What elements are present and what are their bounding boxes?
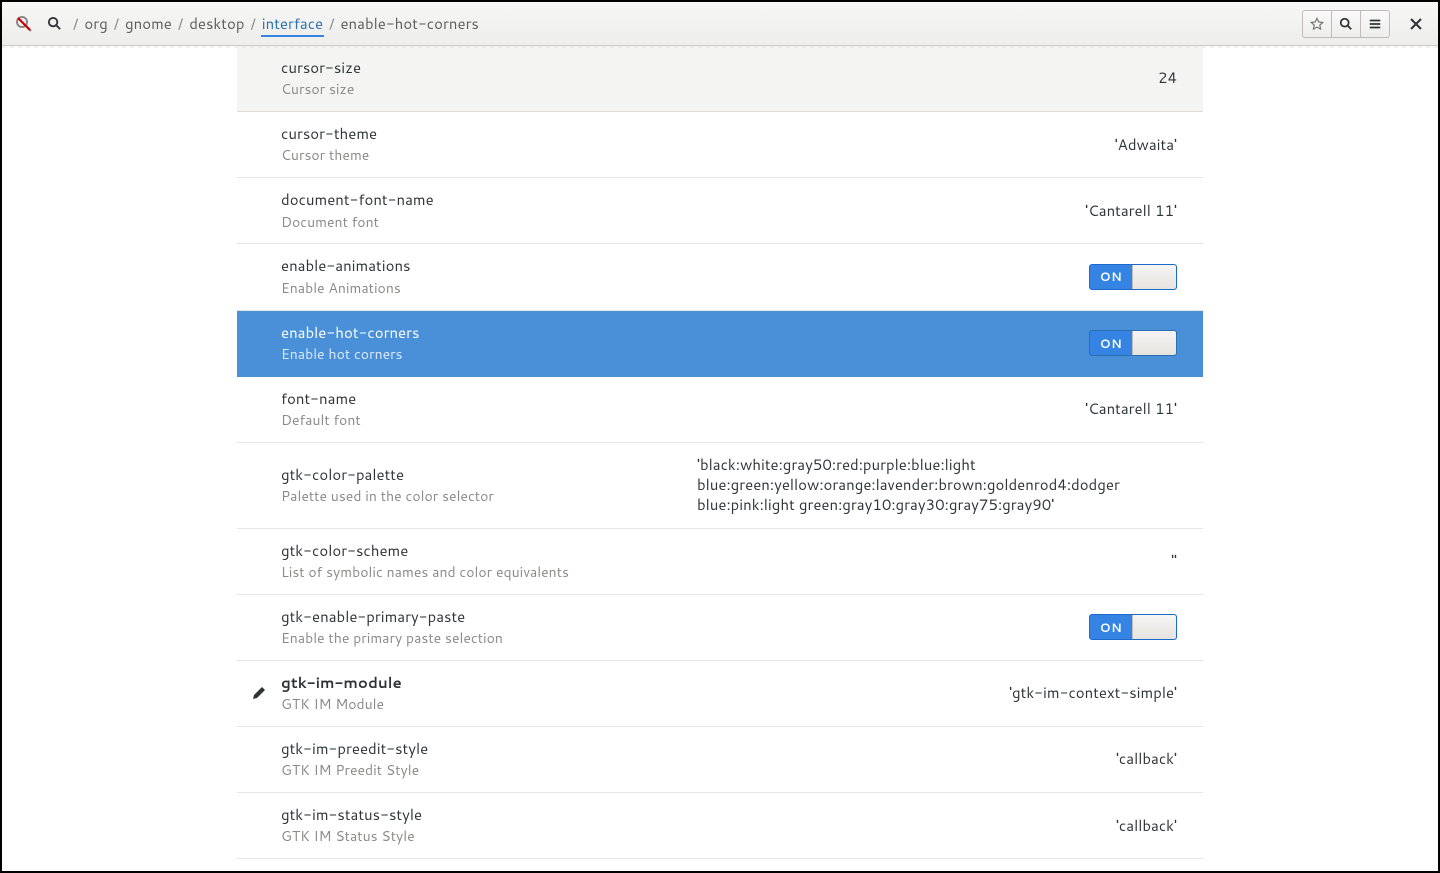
app-icon <box>14 14 34 34</box>
headerbar: / org / gnome / desktop / interface / en… <box>2 2 1438 46</box>
search-icon <box>1339 17 1353 31</box>
settings-row[interactable]: gtk-color-scheme List of symbolic names a… <box>237 529 1203 595</box>
breadcrumb-gnome[interactable]: gnome <box>124 11 173 36</box>
switch-on-label: ON <box>1090 268 1132 285</box>
switch-handle <box>1132 331 1176 355</box>
row-key: gtk-enable-primary-paste <box>281 607 503 627</box>
row-summary: GTK IM Status Style <box>281 827 422 846</box>
row-labels: gtk-im-status-style GTK IM Status Style <box>281 805 422 846</box>
toggle-switch[interactable]: ON <box>1089 264 1177 290</box>
breadcrumb-sep: / <box>326 13 337 34</box>
row-labels: gtk-im-module GTK IM Module <box>281 673 402 714</box>
row-value: 'Cantarell 11' <box>1085 201 1177 221</box>
settings-row[interactable]: gtk-im-status-style GTK IM Status Style 'c… <box>237 793 1203 859</box>
row-labels: enable-animations Enable Animations <box>281 256 411 297</box>
row-gutter <box>237 685 281 701</box>
settings-row[interactable]: gtk-enable-primary-paste Enable the prima… <box>237 595 1203 661</box>
settings-list: cursor-size Cursor size 24 cursor-theme Curs… <box>237 46 1203 871</box>
row-summary: Enable hot corners <box>281 345 419 364</box>
bookmark-button[interactable] <box>1302 10 1332 38</box>
row-key: gtk-im-preedit-style <box>281 739 428 759</box>
settings-row[interactable]: enable-animations Enable Animations ON <box>237 244 1203 310</box>
breadcrumb-desktop[interactable]: desktop <box>188 11 245 36</box>
row-key: cursor-size <box>281 58 361 78</box>
row-value: 'callback' <box>1116 749 1177 769</box>
hamburger-icon <box>1368 17 1382 31</box>
row-value: 'black:white:gray50:red:purple:blue:ligh… <box>697 455 1177 516</box>
row-labels: enable-hot-corners Enable hot corners <box>281 323 419 364</box>
row-labels: cursor-size Cursor size <box>281 58 361 99</box>
switch-handle <box>1132 615 1176 639</box>
row-summary: List of symbolic names and color equival… <box>281 563 569 582</box>
settings-row[interactable]: gtk-im-preedit-style GTK IM Preedit Style… <box>237 727 1203 793</box>
close-icon <box>1410 18 1422 30</box>
row-key: font-name <box>281 389 361 409</box>
breadcrumb-leaf[interactable]: enable-hot-corners <box>339 11 479 36</box>
row-key: gtk-im-module <box>281 673 402 693</box>
row-value: 'gtk-im-context-simple' <box>1009 683 1177 703</box>
search-button[interactable] <box>1331 10 1361 38</box>
row-key: enable-animations <box>281 256 411 276</box>
window-close-button[interactable] <box>1402 10 1430 38</box>
breadcrumb-sep: / <box>70 13 81 34</box>
row-key: document-font-name <box>281 190 434 210</box>
row-value: '' <box>1171 551 1177 571</box>
settings-row[interactable]: gtk-color-palette Palette used in the col… <box>237 443 1203 529</box>
row-key: cursor-theme <box>281 124 377 144</box>
row-labels: font-name Default font <box>281 389 361 430</box>
settings-row[interactable]: cursor-size Cursor size 24 <box>237 46 1203 112</box>
breadcrumb-sep: / <box>111 13 122 34</box>
row-labels: gtk-enable-primary-paste Enable the prima… <box>281 607 503 648</box>
row-labels: gtk-color-palette Palette used in the col… <box>281 465 494 506</box>
breadcrumb-search-icon[interactable] <box>46 16 62 32</box>
row-value: 'callback' <box>1116 816 1177 836</box>
switch-handle <box>1132 265 1176 289</box>
row-summary: Default font <box>281 411 361 430</box>
row-summary: Document font <box>281 213 434 232</box>
row-key: gtk-color-palette <box>281 465 494 485</box>
toggle-switch[interactable]: ON <box>1089 330 1177 356</box>
row-summary: Cursor theme <box>281 146 377 165</box>
settings-row[interactable]: font-name Default font 'Cantarell 11' <box>237 377 1203 443</box>
row-value: 'Cantarell 11' <box>1085 399 1177 419</box>
settings-row[interactable]: gtk-im-module GTK IM Module 'gtk-im-contex… <box>237 661 1203 727</box>
breadcrumb-sep: / <box>247 13 258 34</box>
row-value: 'Adwaita' <box>1115 135 1177 155</box>
breadcrumb-sep: / <box>175 13 186 34</box>
row-value: 24 <box>1158 68 1177 88</box>
row-key: enable-hot-corners <box>281 323 419 343</box>
pencil-icon <box>251 685 267 701</box>
breadcrumb-interface[interactable]: interface <box>261 11 324 37</box>
row-summary: Enable the primary paste selection <box>281 629 503 648</box>
star-icon <box>1310 17 1324 31</box>
row-summary: Cursor size <box>281 80 361 99</box>
menu-button[interactable] <box>1360 10 1390 38</box>
breadcrumb: / org / gnome / desktop / interface / en… <box>70 11 480 37</box>
row-summary: GTK IM Preedit Style <box>281 761 428 780</box>
settings-row[interactable]: enable-hot-corners Enable hot corners ON <box>237 311 1203 377</box>
row-summary: GTK IM Module <box>281 695 402 714</box>
row-labels: cursor-theme Cursor theme <box>281 124 377 165</box>
row-summary: Enable Animations <box>281 279 411 298</box>
row-labels: document-font-name Document font <box>281 190 434 231</box>
settings-row[interactable]: cursor-theme Cursor theme 'Adwaita' <box>237 112 1203 178</box>
row-key: gtk-color-scheme <box>281 541 569 561</box>
breadcrumb-org[interactable]: org <box>83 11 108 36</box>
toggle-switch[interactable]: ON <box>1089 614 1177 640</box>
row-labels: gtk-color-scheme List of symbolic names a… <box>281 541 569 582</box>
switch-on-label: ON <box>1090 619 1132 636</box>
settings-row[interactable]: document-font-name Document font 'Cantarel… <box>237 178 1203 244</box>
row-summary: Palette used in the color selector <box>281 487 494 506</box>
row-key: gtk-im-status-style <box>281 805 422 825</box>
content-area: cursor-size Cursor size 24 cursor-theme Curs… <box>2 46 1438 871</box>
row-labels: gtk-im-preedit-style GTK IM Preedit Style <box>281 739 428 780</box>
switch-on-label: ON <box>1090 335 1132 352</box>
